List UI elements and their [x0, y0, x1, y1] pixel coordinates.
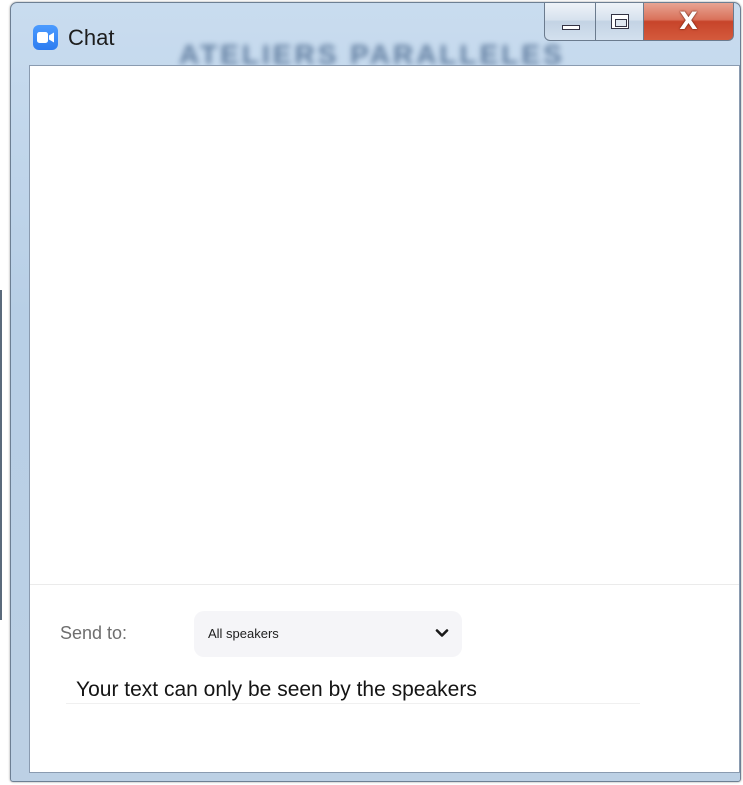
maximize-button[interactable]	[596, 3, 644, 41]
window-title: Chat	[68, 25, 115, 50]
message-input-placeholder[interactable]: Your text can only be seen by the speake…	[76, 678, 477, 702]
chat-panel: Send to: All speakers Your text can only…	[29, 65, 740, 773]
chevron-down-icon	[435, 629, 449, 637]
recipient-selected-value: All speakers	[208, 626, 279, 641]
message-list[interactable]	[30, 66, 739, 585]
close-icon: X	[679, 7, 698, 35]
minimize-button[interactable]	[544, 3, 596, 41]
minimize-icon	[562, 25, 580, 30]
restore-icon	[611, 14, 629, 29]
send-to-label: Send to:	[60, 623, 128, 643]
input-divider	[66, 703, 640, 704]
zoom-camera-icon	[33, 25, 58, 50]
desktop-edge	[0, 290, 2, 620]
recipient-dropdown[interactable]: All speakers	[194, 611, 462, 657]
title-bar[interactable]: Chat ATELIERS PARALLELES X	[11, 3, 740, 70]
window-controls: X	[544, 3, 734, 41]
chat-window: Chat ATELIERS PARALLELES X Send to: All …	[10, 2, 741, 782]
close-button[interactable]: X	[644, 3, 734, 41]
